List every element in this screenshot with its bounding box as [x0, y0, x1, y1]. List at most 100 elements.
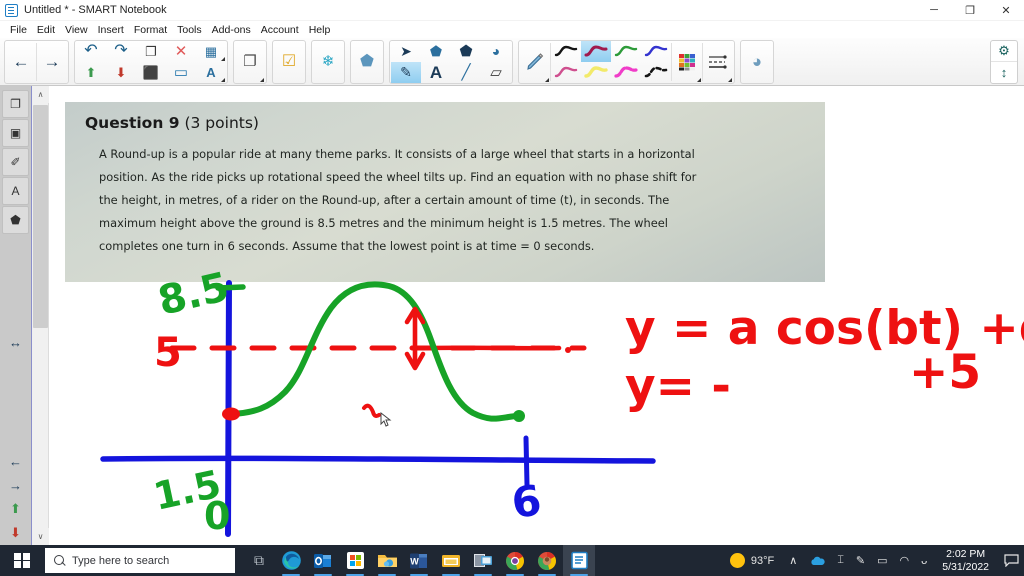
menu-edit[interactable]: Edit [32, 23, 60, 37]
taskbar-app-outlook[interactable] [307, 545, 339, 576]
x-axis [100, 455, 656, 464]
taskbar-app-microsoft-word[interactable]: W [403, 545, 435, 576]
system-tray: 93°F ∧ ⌶ ✎ ▭ ◠ ᴗ 2:02 PM 5/31/2022 [724, 545, 1024, 576]
show-hidden-icons-button[interactable]: ∧ [783, 545, 803, 576]
notebook-page[interactable]: Question 9 (3 points) A Round-up is a po… [49, 86, 1024, 545]
sidebar-item-gallery[interactable]: ▣ [2, 119, 29, 147]
volume-icon[interactable]: ᴗ [915, 545, 933, 576]
sidebar-item-page-sorter[interactable]: ❐ [2, 90, 29, 118]
table-button[interactable]: ▦ [196, 41, 226, 62]
shapes-tool-button[interactable]: ⬟ [451, 41, 481, 62]
toolbar-group-capture: ☑ [272, 39, 306, 84]
scrollbar-thumb[interactable] [33, 105, 48, 328]
label-period: 6 [509, 475, 545, 528]
task-view-button[interactable]: ⧉ [243, 545, 275, 576]
menu-format[interactable]: Format [129, 23, 172, 37]
taskbar-app-smart-notebook[interactable] [563, 545, 595, 576]
sidebar-item-smart-response[interactable]: ⬟ [2, 206, 29, 234]
pen-style-blue[interactable] [641, 41, 671, 62]
pen-style-green[interactable] [611, 41, 641, 62]
shape-select-button[interactable]: ⬟ [421, 41, 451, 62]
eraser-icon: ▱ [490, 63, 502, 81]
pens-tool-button[interactable]: ✎ [391, 61, 421, 83]
window-title: Untitled * - SMART Notebook [24, 4, 167, 16]
smart-ink-icon[interactable]: ✎ [850, 545, 871, 576]
fill-tool-button[interactable]: ◕ [481, 41, 511, 62]
battery-icon[interactable]: ▭ [871, 545, 893, 576]
sidebar-import[interactable]: ⬆ [2, 497, 29, 521]
screen-capture-button[interactable]: ☑ [274, 41, 304, 83]
label-midline: 5 [154, 330, 182, 376]
menu-account[interactable]: Account [256, 23, 304, 37]
export-page-button[interactable]: ⬇ [106, 62, 136, 83]
close-button[interactable]: ✕ [988, 0, 1024, 21]
smart-exchange-button[interactable]: ❄ [313, 41, 343, 83]
sidebar-nav-forward[interactable]: → [2, 473, 29, 497]
canvas-scrollbar[interactable]: ∧ ∨ [32, 86, 49, 545]
eraser-tool-button[interactable]: ▱ [481, 62, 511, 83]
pen-style-yellow[interactable] [581, 62, 611, 83]
undo-button[interactable]: ↶ [76, 41, 106, 62]
sidebar-item-attachments[interactable]: ✐ [2, 148, 29, 176]
search-input[interactable]: Type here to search [45, 548, 235, 573]
next-page-button[interactable]: → [37, 41, 67, 83]
taskbar-app-photos[interactable] [435, 545, 467, 576]
line-properties-button[interactable] [703, 41, 733, 83]
taskbar-app-file-explorer[interactable] [371, 545, 403, 576]
action-center-button[interactable] [998, 545, 1024, 576]
menu-file[interactable]: File [5, 23, 32, 37]
pen-style-magenta[interactable] [611, 62, 641, 83]
previous-page-button[interactable]: ← [6, 41, 36, 83]
sidebar-item-add-ons[interactable]: A [2, 177, 29, 205]
import-icon: ⬆ [85, 64, 97, 80]
onedrive-icon[interactable] [803, 545, 831, 576]
menu-view[interactable]: View [60, 23, 93, 37]
save-button[interactable]: ⬛ [136, 62, 166, 83]
move-toolbar-button[interactable]: ↕ [991, 62, 1017, 83]
temperature-probe-icon[interactable]: ⌶ [831, 545, 850, 576]
clock[interactable]: 2:02 PM 5/31/2022 [933, 548, 998, 574]
taskbar-app-google-chrome-1[interactable] [499, 545, 531, 576]
pen-style-black[interactable] [551, 41, 581, 62]
pen-style-pink[interactable] [551, 62, 581, 83]
import-page-button[interactable]: ⬆ [76, 62, 106, 83]
pen-style-red-selected[interactable] [581, 40, 611, 62]
scroll-down-button[interactable]: ∨ [32, 528, 49, 545]
sidebar-nav-back[interactable]: ← [2, 449, 29, 473]
measurement-tools-button[interactable]: A [196, 62, 226, 83]
menu-tools[interactable]: Tools [172, 23, 207, 37]
select-pens-column: ➤ ✎ [391, 41, 421, 83]
start-button[interactable] [0, 545, 44, 576]
redo-button[interactable]: ↷ [106, 41, 136, 62]
new-page-button[interactable]: ❐ [136, 41, 166, 62]
lines-tool-button[interactable]: ╱ [451, 62, 481, 83]
pen-style-dashed-black[interactable] [641, 62, 671, 83]
scroll-up-button[interactable]: ∧ [32, 86, 49, 103]
network-icon[interactable]: ◠ [894, 545, 916, 576]
taskbar-app-google-chrome-2[interactable] [531, 545, 563, 576]
stroke-yellow-icon [584, 66, 608, 78]
add-ons-button[interactable]: ⬟ [352, 41, 382, 83]
delete-button[interactable]: ✕ [166, 41, 196, 62]
taskbar-app-remote-desktop[interactable] [467, 545, 499, 576]
sidebar-auto-hide-toggle[interactable]: ↔ [2, 330, 29, 354]
weather-widget[interactable]: 93°F [724, 545, 783, 576]
taskbar-app-microsoft-store[interactable] [339, 545, 371, 576]
taskbar-app-microsoft-edge[interactable] [275, 545, 307, 576]
ink-layer[interactable]: 8.5 5 0 1.5 1.5 6 y = a cos(bt) +d y= - … [49, 86, 1024, 545]
menu-help[interactable]: Help [304, 23, 336, 37]
menu-add-ons[interactable]: Add-ons [207, 23, 256, 37]
pen-tool-button[interactable] [520, 41, 550, 83]
screen-shade-button[interactable]: ▭ [166, 62, 196, 83]
menu-insert[interactable]: Insert [93, 23, 129, 37]
minimize-button[interactable]: ─ [916, 0, 952, 21]
text-tool-button[interactable]: A [421, 62, 451, 83]
maximize-button[interactable]: ❐ [952, 0, 988, 21]
chrome-icon [538, 551, 556, 570]
color-palette-button[interactable] [672, 41, 702, 83]
select-tool-button[interactable]: ➤ [391, 41, 421, 62]
transparency-button[interactable]: ◕ [742, 41, 772, 83]
sidebar-export[interactable]: ⬇ [2, 521, 29, 545]
full-screen-button[interactable]: ❐ [235, 41, 265, 83]
settings-gear-button[interactable]: ⚙ [991, 41, 1017, 62]
